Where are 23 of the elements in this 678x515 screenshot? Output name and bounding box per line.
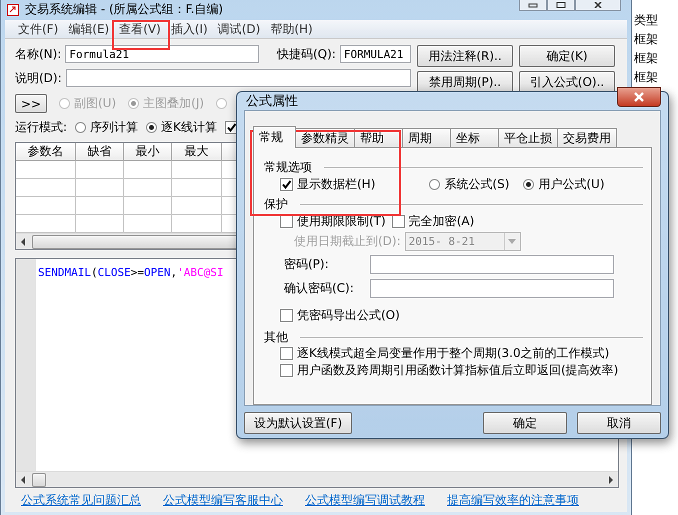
field-label: 密码(P): <box>284 256 330 272</box>
code-token: , <box>170 266 178 279</box>
list-cell-text: 框架 <box>633 50 659 67</box>
code-token: ( <box>90 266 98 279</box>
field-label: 确认密码(C): <box>284 280 355 296</box>
field-label: 名称(N): <box>15 46 62 62</box>
list-cell-text: 框架 <box>633 31 659 48</box>
dialog-title: 公式属性 <box>245 93 298 110</box>
field-label: 说明(D): <box>15 70 62 86</box>
group-heading: 常规选项 <box>264 158 312 176</box>
group-heading: 保护 <box>264 196 288 212</box>
code-token: OPEN <box>144 266 170 279</box>
field-label: 使用日期截止到(D): <box>294 232 401 250</box>
field-label: 运行模式: <box>15 119 68 136</box>
window-title: 交易系统编辑 - (所属公式组：F.自编) <box>25 1 224 18</box>
field-label: 快捷码(Q): <box>276 46 336 62</box>
code-token: CLOSE <box>98 266 131 279</box>
column-header: 类型 <box>633 12 659 29</box>
code-token: >= <box>130 266 144 279</box>
group-heading: 其他 <box>264 328 288 346</box>
code-token: SENDMAIL <box>38 266 91 279</box>
list-cell-text: 框架 <box>633 69 659 86</box>
code-token: 'ABC@SI <box>177 266 224 279</box>
